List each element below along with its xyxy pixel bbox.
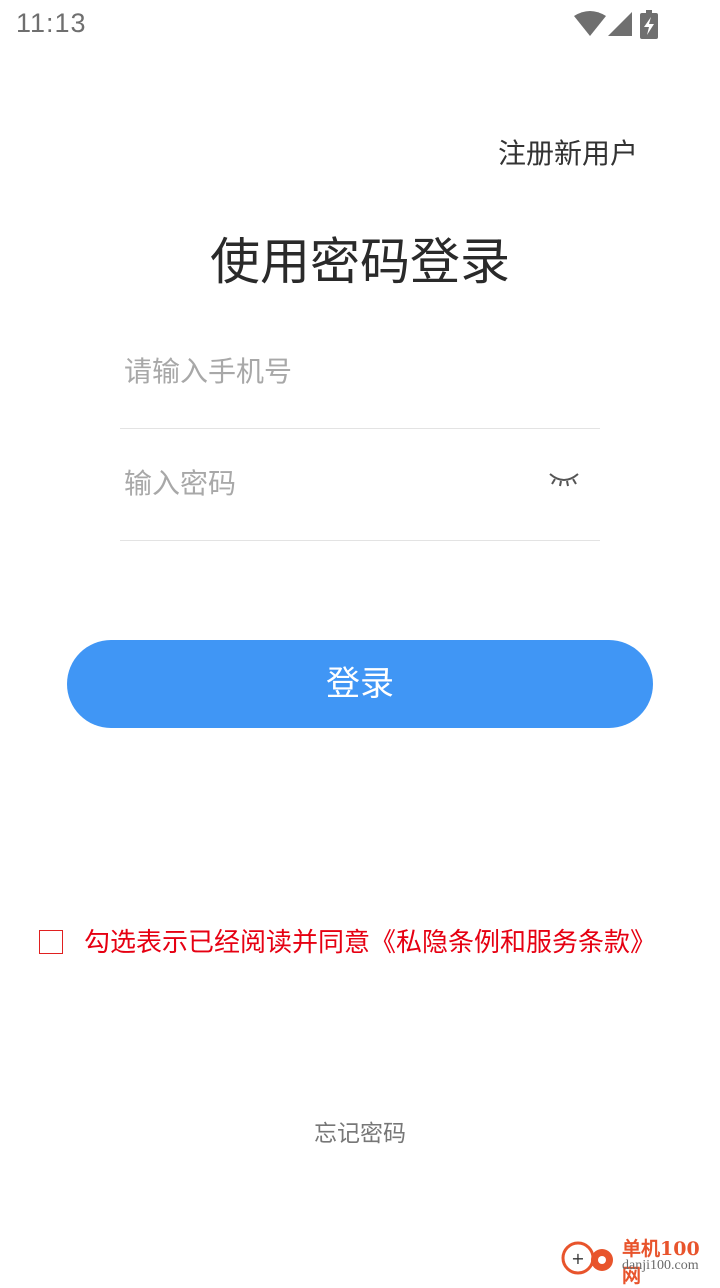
svg-text:+: + — [571, 1249, 584, 1268]
cell-signal-icon — [608, 12, 632, 36]
password-input[interactable] — [124, 428, 524, 538]
watermark-url: danji100.com — [622, 1258, 699, 1273]
status-icons — [574, 10, 666, 40]
phone-input[interactable] — [124, 316, 524, 426]
page-title: 使用密码登录 — [210, 233, 510, 291]
login-button[interactable]: 登录 — [67, 640, 653, 728]
forgot-password-link[interactable]: 忘记密码 — [0, 1114, 720, 1148]
register-new-user-link[interactable]: 注册新用户 — [498, 132, 638, 172]
watermark-logo: + 单机100网 danji100.com — [560, 1234, 716, 1287]
eye-closed-icon[interactable] — [548, 470, 580, 490]
agreement-checkbox[interactable] — [39, 930, 63, 954]
phone-field — [120, 316, 600, 429]
watermark-logo-icon: + — [561, 1241, 613, 1275]
status-time: 11:13 — [16, 8, 87, 38]
wifi-icon — [574, 11, 606, 36]
battery-charging-icon — [640, 10, 658, 39]
agreement-text[interactable]: 勾选表示已经阅读并同意《私隐条例和服务条款》 — [84, 922, 714, 959]
password-field — [120, 428, 600, 541]
